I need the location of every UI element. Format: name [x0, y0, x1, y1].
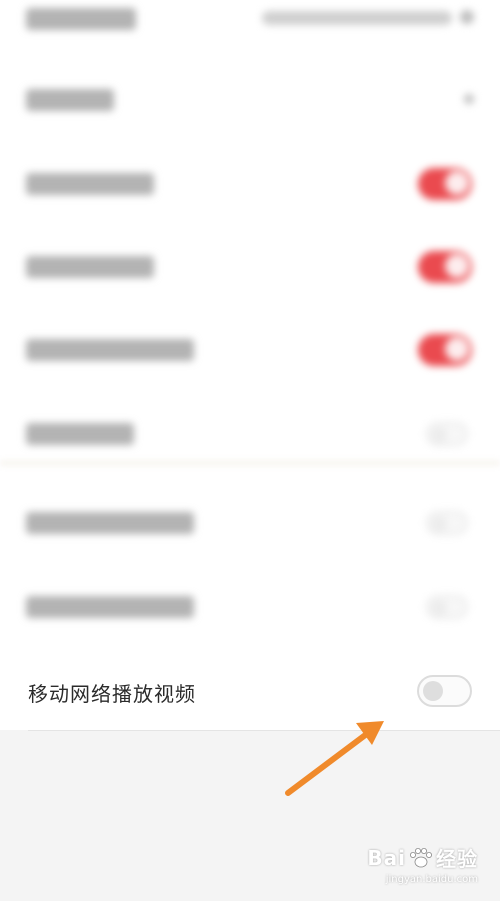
toggle-knob [431, 516, 447, 532]
toggle-knob [445, 171, 469, 195]
toggle-switch[interactable] [418, 251, 472, 283]
annotation-arrow-icon [285, 721, 384, 796]
mobile-network-video-toggle[interactable] [417, 675, 472, 707]
toggle-knob [445, 337, 469, 361]
toggle-knob [423, 681, 443, 701]
toggle-switch[interactable] [418, 168, 472, 200]
watermark-brand-right: 经验 [436, 847, 478, 871]
watermark-brand-left: Bai [367, 845, 406, 870]
blurred-label [26, 339, 194, 361]
blurred-label [26, 8, 136, 30]
toggle-knob [445, 254, 469, 278]
toggle-switch[interactable] [426, 595, 468, 619]
baidu-jingyan-watermark: Bai 经验 jingyan.baidu.com [367, 843, 478, 886]
toggle-switch[interactable] [426, 511, 468, 535]
settings-row-blurred[interactable] [0, 565, 500, 649]
mobile-network-video-label: 移动网络播放视频 [28, 682, 196, 706]
blurred-label [26, 423, 134, 445]
blurred-label [26, 173, 154, 195]
toggle-switch[interactable] [426, 422, 468, 446]
settings-row-blurred[interactable] [0, 308, 500, 392]
blurred-value [262, 11, 452, 25]
blurred-label [26, 512, 194, 534]
toggle-knob [431, 600, 447, 616]
settings-row-blurred[interactable] [0, 225, 500, 309]
chevron-right-icon [460, 10, 474, 24]
settings-row-blurred[interactable] [0, 481, 500, 565]
settings-row-blurred[interactable] [0, 142, 500, 226]
blurred-label [26, 596, 194, 618]
watermark-url: jingyan.baidu.com [385, 874, 478, 885]
blurred-label [26, 89, 114, 111]
toggle-knob [431, 427, 447, 443]
row-divider [28, 730, 500, 731]
chevron-right-icon [464, 94, 474, 104]
settings-panel: 移动网络播放视频 [0, 0, 500, 730]
paw-icon [410, 847, 432, 867]
settings-row-blurred[interactable] [0, 58, 500, 142]
toggle-switch[interactable] [418, 334, 472, 366]
section-divider [0, 460, 500, 466]
blurred-label [26, 256, 154, 278]
